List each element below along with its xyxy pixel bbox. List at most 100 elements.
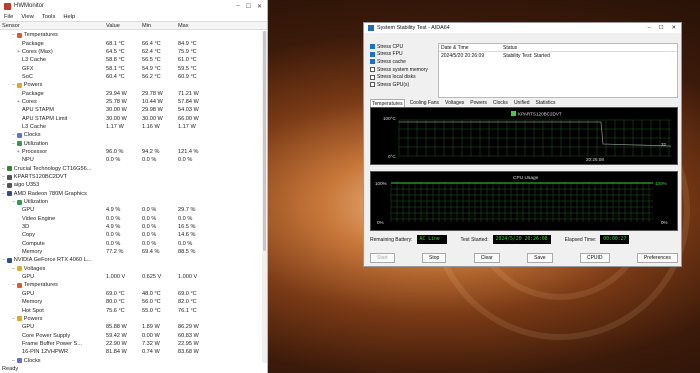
- expand-icon[interactable]: +: [17, 149, 20, 155]
- table-row[interactable]: 3D 4.9 % 0.0 % 16.5 %: [0, 223, 262, 231]
- checkbox[interactable]: [370, 59, 375, 65]
- table-row[interactable]: Core Power Supply 59.42 W 0.00 W 60.83 W: [0, 331, 262, 339]
- table-row[interactable]: – Powers: [0, 81, 262, 89]
- collapse-icon[interactable]: –: [12, 132, 15, 138]
- save-button[interactable]: Save: [527, 253, 553, 263]
- column-header-value[interactable]: Value: [106, 23, 142, 29]
- collapse-icon[interactable]: –: [2, 191, 5, 197]
- table-row[interactable]: Memory 80.0 °C 56.0 °C 82.0 °C: [0, 298, 262, 306]
- collapse-icon[interactable]: –: [12, 199, 15, 205]
- table-row[interactable]: GPU 4.9 % 0.0 % 29.7 %: [0, 206, 262, 214]
- table-row[interactable]: GFX 58.1 °C 54.9 °C 59.5 °C: [0, 64, 262, 72]
- maximize-icon[interactable]: ☐: [246, 3, 251, 10]
- table-row[interactable]: Frame Buffer Power S... 22.90 W 7.32 W 22.9…: [0, 340, 262, 348]
- table-row[interactable]: – KPARTS120BC2DVT: [0, 173, 262, 181]
- scrollbar-thumb[interactable]: [263, 31, 266, 251]
- table-row[interactable]: Compute 0.0 % 0.0 % 0.0 %: [0, 240, 262, 248]
- utilization-icon: [16, 199, 22, 205]
- checkbox[interactable]: [370, 82, 375, 88]
- collapse-icon[interactable]: –: [12, 282, 15, 288]
- collapse-icon[interactable]: –: [12, 141, 15, 147]
- table-row[interactable]: – aigo U353: [0, 181, 262, 189]
- table-row[interactable]: GPU 69.0 °C 48.0 °C 69.0 °C: [0, 290, 262, 298]
- sensor-tree[interactable]: – Temperatures Package 68.1 °C 66.4 °C 84.9 °…: [0, 31, 262, 363]
- table-row[interactable]: L3 Cache 58.8 °C 56.5 °C 61.0 °C: [0, 56, 262, 64]
- maximize-icon[interactable]: ☐: [659, 25, 664, 31]
- table-row[interactable]: GPU 1.000 V 0.625 V 1.000 V: [0, 273, 262, 281]
- start-button[interactable]: Start: [370, 253, 395, 263]
- table-row[interactable]: + Cores 25.78 W 10.44 W 57.84 W: [0, 98, 262, 106]
- stress-checkbox-row[interactable]: Stress cache: [370, 58, 428, 66]
- table-row[interactable]: Package 29.94 W 29.78 W 71.21 W: [0, 89, 262, 97]
- table-row[interactable]: APU STAPM Limit 30.00 W 30.00 W 66.00 W: [0, 114, 262, 122]
- collapse-icon[interactable]: –: [2, 182, 5, 188]
- table-row[interactable]: Copy 0.0 % 0.0 % 14.6 %: [0, 231, 262, 239]
- checkbox[interactable]: [370, 67, 375, 73]
- sensor-name-cell: Memory: [0, 299, 106, 305]
- close-icon[interactable]: ✕: [671, 25, 676, 31]
- stress-checkbox-row[interactable]: Stress CPU: [370, 43, 428, 51]
- table-row[interactable]: – Temperatures: [0, 31, 262, 39]
- table-row[interactable]: + Cores (Max) 64.5 °C 62.4 °C 75.9 °C: [0, 48, 262, 56]
- checkbox[interactable]: [370, 51, 375, 57]
- table-row[interactable]: 16-PIN 12VHPWR 81.84 W 0.74 W 83.68 W: [0, 348, 262, 356]
- table-row[interactable]: APU STAPM 30.00 W 29.98 W 54.03 W: [0, 106, 262, 114]
- table-row[interactable]: – Crucial Technology CT16G56...: [0, 165, 262, 173]
- column-header-max[interactable]: Max: [178, 23, 214, 29]
- menu-file[interactable]: File: [4, 14, 13, 20]
- column-header-status: Status: [503, 44, 518, 51]
- checkbox[interactable]: [370, 44, 375, 50]
- stress-checkbox-row[interactable]: Stress GPU(s): [370, 81, 428, 89]
- menu-view[interactable]: View: [21, 14, 33, 20]
- table-row[interactable]: SoC 60.4 °C 56.2 °C 60.9 °C: [0, 73, 262, 81]
- menu-help[interactable]: Help: [63, 14, 75, 20]
- table-row[interactable]: Package 68.1 °C 66.4 °C 84.9 °C: [0, 39, 262, 47]
- table-row[interactable]: – Clocks: [0, 356, 262, 363]
- table-row[interactable]: – Utilization: [0, 198, 262, 206]
- close-icon[interactable]: ✕: [257, 3, 262, 10]
- collapse-icon[interactable]: –: [2, 174, 5, 180]
- table-row[interactable]: – Temperatures: [0, 281, 262, 289]
- expand-icon[interactable]: +: [17, 99, 20, 105]
- table-row[interactable]: – Powers: [0, 315, 262, 323]
- vertical-scrollbar[interactable]: [262, 31, 267, 363]
- collapse-icon[interactable]: –: [12, 316, 15, 322]
- menu-tools[interactable]: Tools: [42, 14, 56, 20]
- cpuid-button[interactable]: CPUID: [579, 253, 610, 263]
- table-row[interactable]: Hot Spot 75.6 °C 55.0 °C 76.1 °C: [0, 306, 262, 314]
- table-row[interactable]: 2024/5/20 20:26:09 Stability Test: Start…: [439, 52, 677, 60]
- stress-checkbox-row[interactable]: Stress FPU: [370, 51, 428, 59]
- column-header-sensor[interactable]: Sensor: [0, 23, 106, 29]
- stress-checkbox-row[interactable]: Stress local disks: [370, 73, 428, 81]
- collapse-icon[interactable]: –: [12, 266, 15, 272]
- stop-button[interactable]: Stop: [422, 253, 447, 263]
- table-row[interactable]: L3 Cache 1.17 W 1.16 W 1.17 W: [0, 123, 262, 131]
- checkbox[interactable]: [370, 74, 375, 80]
- table-row[interactable]: – Clocks: [0, 131, 262, 139]
- collapse-icon[interactable]: –: [2, 257, 5, 263]
- table-row[interactable]: – NVIDIA GeForce RTX 4060 L...: [0, 256, 262, 264]
- collapse-icon[interactable]: –: [12, 82, 15, 88]
- table-row[interactable]: Video Engine 0.0 % 0.0 % 0.0 %: [0, 215, 262, 223]
- minimize-icon[interactable]: –: [236, 3, 239, 10]
- table-row[interactable]: + Processor 96.0 % 94.2 % 121.4 %: [0, 148, 262, 156]
- table-row[interactable]: – AMD Radeon 780M Graphics: [0, 190, 262, 198]
- table-row[interactable]: GPU 85.88 W 1.89 W 86.29 W: [0, 323, 262, 331]
- event-status: Stability Test: Started: [503, 53, 550, 59]
- table-row[interactable]: NPU 0.0 % 0.0 % 0.0 %: [0, 156, 262, 164]
- table-row[interactable]: Memory 77.2 % 69.4 % 88.5 %: [0, 248, 262, 256]
- sensor-label: Temperatures: [23, 32, 58, 39]
- column-header-min[interactable]: Min: [142, 23, 178, 29]
- table-row[interactable]: – Voltages: [0, 265, 262, 273]
- table-row[interactable]: – Utilization: [0, 139, 262, 147]
- collapse-icon[interactable]: –: [2, 166, 5, 172]
- collapse-icon[interactable]: –: [12, 32, 15, 38]
- preferences-button[interactable]: Preferences: [636, 253, 678, 263]
- minimize-icon[interactable]: –: [648, 25, 651, 31]
- sensor-min-cell: 0.00 W: [142, 332, 160, 339]
- sensor-min-cell: 30.00 W: [142, 115, 163, 122]
- collapse-icon[interactable]: –: [12, 358, 15, 363]
- clear-button[interactable]: Clear: [473, 253, 500, 263]
- expand-icon[interactable]: +: [17, 49, 20, 55]
- stress-checkbox-row[interactable]: Stress system memory: [370, 66, 428, 74]
